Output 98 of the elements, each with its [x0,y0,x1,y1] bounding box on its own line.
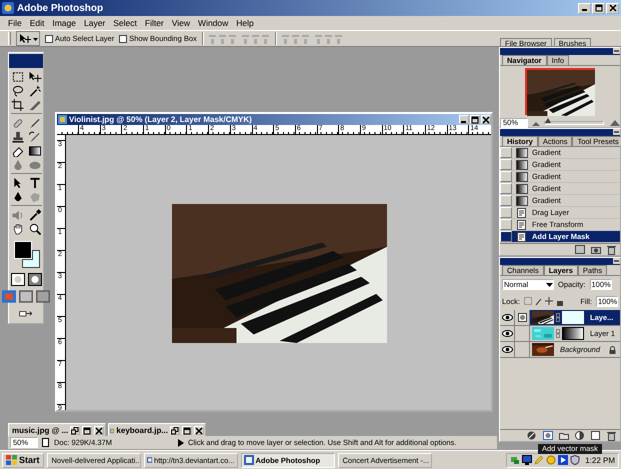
window-title: Adobe Photoshop [17,2,104,14]
page-icon[interactable] [42,438,50,447]
tool-preset-button[interactable] [16,31,40,46]
screen-mode-icon[interactable] [19,290,33,303]
quick-mask-icon[interactable] [28,273,42,286]
monitor-icon[interactable] [522,455,532,465]
close-icon [608,4,616,12]
flag-icon [6,455,17,465]
minimize-button[interactable] [578,2,591,14]
close-button[interactable] [94,426,104,435]
eraser-icon[interactable] [10,145,24,157]
minimize-icon[interactable] [613,258,620,264]
maximize-button[interactable] [182,426,192,435]
move-icon[interactable] [28,71,42,83]
lock-options-icons[interactable] [524,297,564,306]
zoom-icon[interactable] [28,223,42,235]
clock: 1:22 PM [585,456,615,464]
gradient-icon [516,160,528,170]
menu-item[interactable]: Layer [84,18,106,28]
menu-item[interactable]: Image [52,18,76,28]
menu-item[interactable]: Filter [144,18,164,28]
maximize-icon [83,426,92,434]
play-icon[interactable] [558,455,568,465]
new-layer-icon[interactable] [591,431,601,440]
trash-icon[interactable] [607,244,616,254]
document-title: music.jpg @ ... [12,426,68,435]
menu-item[interactable]: Window [198,18,228,28]
play-icon[interactable] [178,438,184,446]
toolbox-header [9,54,43,68]
standard-mode-icon[interactable] [10,273,24,286]
gradient-icon [516,196,528,206]
lasso-icon[interactable] [10,85,24,97]
menu-item[interactable]: Help [236,18,254,28]
document-icon [516,208,528,218]
app-icon [146,455,152,465]
document-title: keyboard.jp... [116,426,168,435]
caret-icon[interactable] [546,281,553,288]
app-icon [2,2,14,14]
background-color-swatch[interactable] [22,250,40,268]
gradient-icon [516,172,528,182]
menu-item[interactable]: Edit [30,18,44,28]
eye-icon[interactable] [502,314,512,321]
crop-icon[interactable] [10,99,24,111]
eye-icon[interactable] [502,346,512,353]
brush-icon[interactable] [28,117,42,129]
pencil-icon[interactable] [534,455,544,465]
maximize-icon [183,426,191,434]
maximize-button[interactable] [82,426,92,435]
align-icons [242,32,270,44]
layer-style-icon[interactable] [527,431,537,440]
align-icons [208,32,237,44]
camera-icon[interactable] [591,245,601,254]
history-brush-icon[interactable] [28,131,42,143]
close-icon [95,426,104,434]
minimize-icon[interactable] [613,129,620,135]
app-icon [244,455,254,465]
foreground-color-swatch[interactable] [14,241,32,259]
document-icon [516,232,528,242]
zoom-slider[interactable] [544,120,604,124]
stamp-icon[interactable] [10,131,24,143]
gradient-icon [516,148,528,158]
move-icon [18,33,32,44]
trash-icon[interactable] [607,430,616,440]
chain-icon[interactable] [556,313,560,322]
shield-icon[interactable] [570,455,580,465]
menu-item[interactable]: File [8,18,22,28]
mask-icon[interactable] [543,431,553,440]
type-icon[interactable] [28,177,42,189]
document-icon [58,115,67,124]
menu-item[interactable]: Select [113,18,137,28]
new-document-icon[interactable] [575,245,585,254]
restore-button[interactable] [70,426,80,435]
close-button[interactable] [481,115,491,124]
restore-button[interactable] [170,426,180,435]
document-icon [516,220,528,230]
chain-icon[interactable] [556,329,560,338]
close-button[interactable] [194,426,204,435]
layer-mask-thumbnail[interactable] [562,327,584,340]
maximize-icon [594,4,602,12]
align-icons [282,32,310,44]
start-button[interactable]: Start [2,452,44,468]
lock-icon [609,346,616,354]
document-title: Violinist.jpg @ 50% (Layer 2, Layer Mask/CMYK) [69,115,252,124]
eye-icon[interactable] [502,330,512,337]
slice-icon[interactable] [28,99,42,111]
minimize-button[interactable] [459,115,469,124]
close-icon [195,426,203,434]
folder-icon[interactable] [559,431,569,440]
minimize-icon[interactable] [613,48,620,54]
maximize-button[interactable] [470,115,480,124]
gradient-icon [516,184,528,194]
magic-wand-icon[interactable] [28,85,42,97]
align-icons [314,32,343,44]
gradient-icon[interactable] [28,145,42,157]
adjustment-layer-icon[interactable] [575,431,585,440]
eyedropper-icon[interactable] [28,209,42,221]
menu-item[interactable]: View [172,18,190,28]
marquee-icon[interactable] [10,71,24,83]
